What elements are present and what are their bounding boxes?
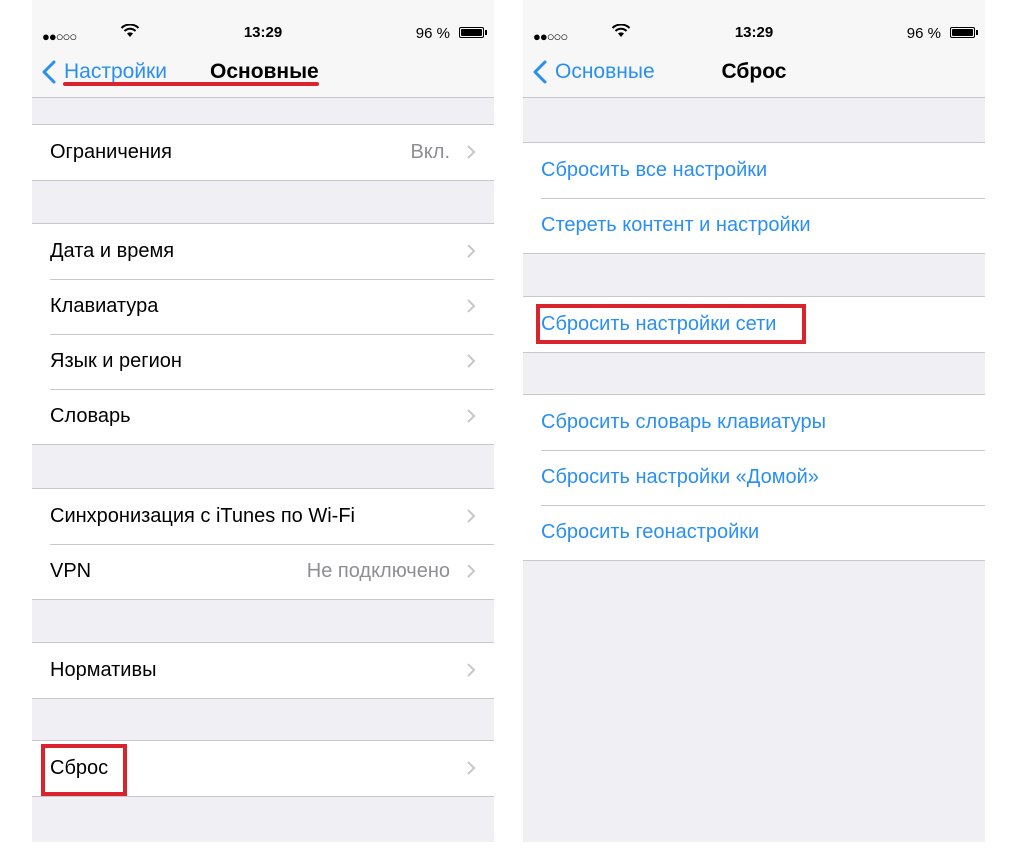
reset-location-privacy-button[interactable]: Сбросить геонастройки <box>523 505 985 560</box>
reset-keyboard-dictionary-button[interactable]: Сбросить словарь клавиатуры <box>523 395 985 450</box>
action-label: Сбросить все настройки <box>541 159 768 181</box>
navigation-bar: Настройки Основные <box>32 46 494 98</box>
page-title: Основные <box>210 60 319 83</box>
cell-date-time[interactable]: Дата и время <box>32 224 494 279</box>
action-label: Сбросить геонастройки <box>541 521 760 543</box>
chevron-right-icon <box>467 354 476 368</box>
page-title: Сброс <box>721 60 787 83</box>
action-label: Стереть контент и настройки <box>541 214 811 236</box>
chevron-right-icon <box>467 663 476 677</box>
cell-label: Словарь <box>50 405 131 427</box>
cell-label: Нормативы <box>50 659 157 681</box>
cell-label: Язык и регион <box>50 350 182 372</box>
cell-vpn[interactable]: VPN Не подключено <box>32 544 494 599</box>
action-label: Сбросить настройки «Домой» <box>541 466 819 488</box>
highlight-box <box>536 304 806 344</box>
cell-itunes-wifi-sync[interactable]: Синхронизация с iTunes по Wi-Fi <box>32 489 494 544</box>
reset-all-settings-button[interactable]: Сбросить все настройки <box>523 143 985 198</box>
reset-home-screen-button[interactable]: Сбросить настройки «Домой» <box>523 450 985 505</box>
chevron-right-icon <box>467 299 476 313</box>
cell-label: Дата и время <box>50 240 175 262</box>
highlight-box <box>41 744 127 796</box>
chevron-right-icon <box>467 509 476 523</box>
reset-group: Сбросить все настройки Стереть контент и… <box>523 142 985 254</box>
status-bar: ●●○○○ 13:29 96 % <box>523 0 985 46</box>
cell-detail: Не подключено <box>306 560 450 582</box>
chevron-right-icon <box>467 564 476 578</box>
settings-group: Ограничения Вкл. <box>32 124 494 181</box>
battery-tip <box>976 30 978 35</box>
cell-label: Синхронизация с iTunes по Wi-Fi <box>50 505 355 527</box>
chevron-right-icon <box>467 145 476 159</box>
cell-label: Ограничения <box>50 141 172 163</box>
status-bar: ●●○○○ 13:29 96 % <box>32 0 494 46</box>
action-label: Сбросить словарь клавиатуры <box>541 411 826 433</box>
general-settings-screen: ●●○○○ 13:29 96 % Настройки Основные Огра… <box>32 0 494 842</box>
settings-group: Дата и время Клавиатура Язык и регион Сл… <box>32 223 494 445</box>
chevron-right-icon <box>467 244 476 258</box>
erase-content-settings-button[interactable]: Стереть контент и настройки <box>523 198 985 253</box>
highlight-underline <box>63 82 319 86</box>
cell-label: Клавиатура <box>50 295 159 317</box>
reset-screen: ●●○○○ 13:29 96 % Основные Сброс Сбросить… <box>523 0 985 842</box>
battery-icon <box>459 27 484 38</box>
cell-label: VPN <box>50 560 92 582</box>
chevron-right-icon <box>467 409 476 423</box>
cell-detail: Вкл. <box>410 141 450 163</box>
settings-group: Нормативы <box>32 642 494 699</box>
cell-language-region[interactable]: Язык и регион <box>32 334 494 389</box>
back-button-label: Настройки <box>64 60 167 83</box>
chevron-right-icon <box>467 761 476 775</box>
cell-keyboard[interactable]: Клавиатура <box>32 279 494 334</box>
battery-icon <box>950 27 975 38</box>
settings-group: Синхронизация с iTunes по Wi-Fi VPN Не п… <box>32 488 494 600</box>
battery-percent: 96 % <box>415 25 450 42</box>
reset-group: Сбросить словарь клавиатуры Сбросить нас… <box>523 394 985 561</box>
chevron-left-icon <box>42 60 56 84</box>
battery-percent: 96 % <box>906 25 941 42</box>
navigation-bar: Основные Сброс <box>523 46 985 98</box>
battery-tip <box>485 30 487 35</box>
cell-restrictions[interactable]: Ограничения Вкл. <box>32 125 494 180</box>
cell-dictionary[interactable]: Словарь <box>32 389 494 444</box>
cell-regulatory[interactable]: Нормативы <box>32 643 494 698</box>
